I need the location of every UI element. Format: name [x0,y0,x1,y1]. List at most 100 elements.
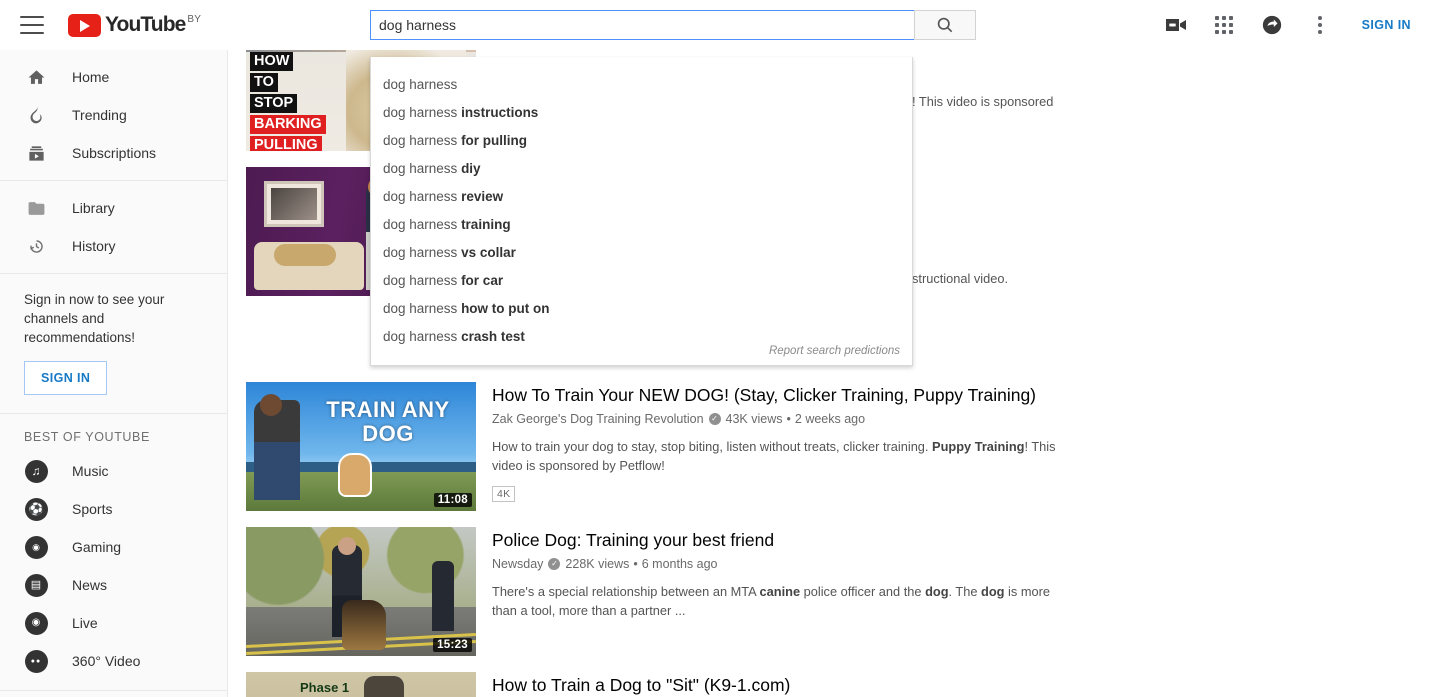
sidebar: Home Trending Subscriptions Library [0,50,228,697]
view-count: 43K views [726,412,783,426]
upload-age: 6 months ago [642,557,718,571]
sidebar-signin-block: Sign in now to see your channels and rec… [0,274,227,414]
thumbnail-overlay-line: HOW [250,52,293,71]
subscriptions-icon [24,141,48,165]
search-suggestions-dropdown: dog harness dog harness instructions dog… [370,57,913,366]
suggestion-item[interactable]: dog harness instructions [371,99,912,127]
sports-ball-icon: ⚽ [24,497,48,521]
trending-flame-icon [24,103,48,127]
sidebar-item-label: Library [72,200,115,216]
youtube-wordmark: YouTube [105,13,185,37]
thumbnail-art [432,561,454,631]
suggestion-item[interactable]: dog harness how to put on [371,295,912,323]
sidebar-item-home[interactable]: Home [0,58,227,96]
video-thumbnail[interactable]: Phase 1 [246,672,476,697]
search-input[interactable] [370,10,914,40]
best-of-youtube-heading: BEST OF YOUTUBE [0,414,227,452]
separator-dot: • [787,412,791,426]
upload-age: 2 weeks ago [795,412,865,426]
sidebar-item-music[interactable]: ♫ Music [0,452,227,490]
sidebar-signin-button[interactable]: SIGN IN [24,361,107,395]
country-code-label: BY [187,14,201,25]
sidebar-best-of-group: BEST OF YOUTUBE ♫ Music ⚽ Sports ◉ Gamin… [0,414,227,691]
gaming-controller-icon: ◉ [24,535,48,559]
notifications-icon[interactable] [1260,13,1284,37]
channel-name[interactable]: Zak George's Dog Training Revolution [492,412,704,426]
sidebar-item-news[interactable]: ▤ News [0,566,227,604]
thumbnail-overlay-text: TRAIN ANYDOG [304,398,472,446]
sidebar-item-gaming[interactable]: ◉ Gaming [0,528,227,566]
suggestion-item[interactable]: dog harness vs collar [371,239,912,267]
upload-video-icon[interactable] [1164,13,1188,37]
sidebar-item-trending[interactable]: Trending [0,96,227,134]
thumbnail-art [264,181,324,227]
video-result-item[interactable]: 15:23 Police Dog: Training your best fri… [246,527,1067,656]
thumbnail-art [342,600,386,650]
video-title[interactable]: How To Train Your NEW DOG! (Stay, Clicke… [492,384,1062,407]
video-title[interactable]: Police Dog: Training your best friend [492,529,1067,552]
video-result-item[interactable]: TRAIN ANYDOG 11:08 How To Train Your NEW… [246,382,1062,511]
thumbnail-art [274,244,336,266]
search-submit-button[interactable] [914,10,976,40]
verified-badge-icon: ✓ [548,558,560,570]
verified-badge-icon: ✓ [709,413,721,425]
video-result-item[interactable]: Phase 1 How to Train a Dog to "Sit" (K9-… [246,672,790,697]
sidebar-item-label: History [72,238,116,254]
video-description: How to train your dog to stay, stop biti… [492,437,1062,475]
suggestion-item[interactable]: dog harness for car [371,267,912,295]
video-duration-badge: 11:08 [434,493,472,507]
thumbnail-overlay-line: PULLING [250,136,322,151]
thumbnail-art [338,537,356,555]
video-duration-badge: 15:23 [433,638,472,652]
video-metadata: How To Train Your NEW DOG! (Stay, Clicke… [492,382,1062,511]
video-thumbnail[interactable]: 15:23 [246,527,476,656]
sidebar-item-label: Sports [72,501,112,517]
sidebar-item-360-video[interactable]: ●● 360° Video [0,642,227,680]
hamburger-menu-icon[interactable] [20,16,44,34]
sidebar-item-label: Live [72,615,98,631]
apps-grid-icon[interactable] [1212,13,1236,37]
suggestion-item[interactable]: dog harness training [371,211,912,239]
video-channel-line: Newsday ✓ 228K views • 6 months ago [492,557,1067,571]
home-icon [24,65,48,89]
header-actions: SIGN IN [1164,0,1411,50]
music-note-icon: ♫ [24,459,48,483]
history-clock-icon [24,234,48,258]
sidebar-item-live[interactable]: ◉ Live [0,604,227,642]
sidebar-item-label: Home [72,69,109,85]
video-title[interactable]: How to Train a Dog to "Sit" (K9-1.com) [492,674,790,697]
thumbnail-art [260,394,282,416]
video-metadata: Police Dog: Training your best friend Ne… [492,527,1067,656]
signin-prompt-text: Sign in now to see your channels and rec… [24,290,203,347]
header-signin-link[interactable]: SIGN IN [1356,18,1411,32]
sidebar-item-sports[interactable]: ⚽ Sports [0,490,227,528]
quality-badge-4k: 4K [492,486,515,502]
more-options-icon[interactable] [1308,13,1332,37]
separator-dot: • [633,557,637,571]
youtube-play-icon [68,14,101,37]
suggestion-item[interactable]: dog harness diy [371,155,912,183]
library-folder-icon [24,196,48,220]
channel-name[interactable]: Newsday [492,557,543,571]
sidebar-item-label: Trending [72,107,127,123]
suggestion-item[interactable]: dog harness for pulling [371,127,912,155]
sidebar-item-history[interactable]: History [0,227,227,265]
sidebar-item-library[interactable]: Library [0,189,227,227]
sidebar-item-label: 360° Video [72,653,140,669]
view-count: 228K views [565,557,629,571]
news-paper-icon: ▤ [24,573,48,597]
youtube-logo[interactable]: YouTube BY [68,13,201,37]
thumbnail-overlay-line: TO [250,73,278,92]
video-metadata: How to Train a Dog to "Sit" (K9-1.com) [492,672,790,697]
video-thumbnail[interactable]: TRAIN ANYDOG 11:08 [246,382,476,511]
suggestion-item[interactable]: dog harness review [371,183,912,211]
thumbnail-overlay-text: Phase 1 [300,680,349,695]
suggestion-item[interactable]: dog harness [371,71,912,99]
sidebar-item-subscriptions[interactable]: Subscriptions [0,134,227,172]
thumbnail-overlay-text: HOW TO STOP BARKING PULLING JUMPING [250,52,326,151]
report-search-predictions-link[interactable]: Report search predictions [769,345,900,357]
sidebar-secondary-group: Library History [0,181,227,274]
sidebar-item-label: Music [72,463,109,479]
video-channel-line: Zak George's Dog Training Revolution ✓ 4… [492,412,1062,426]
sidebar-item-label: News [72,577,107,593]
